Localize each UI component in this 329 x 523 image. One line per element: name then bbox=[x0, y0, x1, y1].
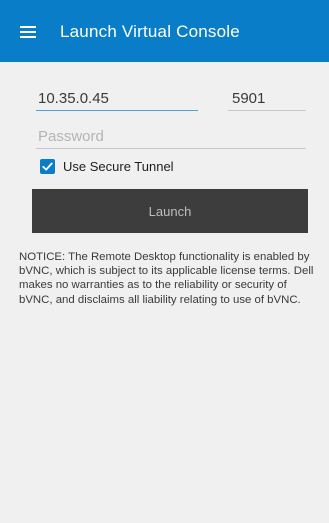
host-address-value: 10.35.0.45 bbox=[38, 90, 109, 107]
password-input[interactable]: Password bbox=[36, 126, 306, 149]
hamburger-menu-icon[interactable] bbox=[20, 26, 36, 38]
host-address-input[interactable]: 10.35.0.45 bbox=[36, 88, 198, 111]
page-title: Launch Virtual Console bbox=[60, 22, 240, 41]
port-input[interactable]: 5901 bbox=[228, 88, 306, 111]
secure-tunnel-checkbox-row[interactable]: Use Secure Tunnel bbox=[40, 156, 174, 176]
password-underline bbox=[36, 148, 306, 149]
launch-virtual-console-screen: Launch Virtual Console 10.35.0.45 5901 P… bbox=[0, 0, 329, 523]
secure-tunnel-checkbox[interactable] bbox=[40, 158, 55, 174]
notice-text: NOTICE: The Remote Desktop functionality… bbox=[19, 251, 314, 306]
checkmark-icon bbox=[42, 162, 53, 170]
port-underline bbox=[228, 110, 306, 111]
app-bar: Launch Virtual Console bbox=[0, 0, 329, 62]
password-placeholder: Password bbox=[38, 128, 104, 145]
port-value: 5901 bbox=[232, 90, 266, 107]
host-address-underline bbox=[36, 110, 198, 111]
secure-tunnel-label: Use Secure Tunnel bbox=[63, 158, 174, 174]
launch-button[interactable]: Launch bbox=[32, 189, 308, 233]
